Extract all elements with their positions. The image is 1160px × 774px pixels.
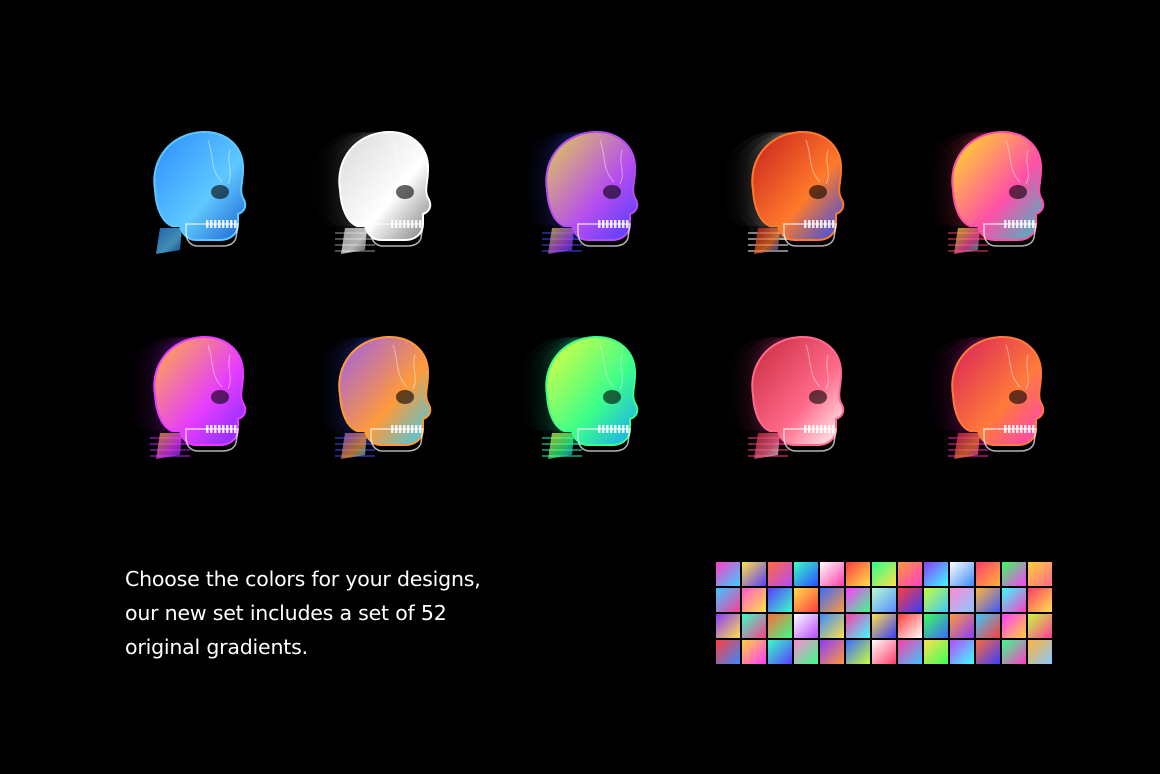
- gradient-swatch: [846, 640, 870, 664]
- gradient-swatch: [716, 562, 740, 586]
- gradient-swatch: [1028, 588, 1052, 612]
- caption-line-2: our new set includes a set of 52: [125, 601, 447, 625]
- skull-image-violet-yellow: [502, 120, 652, 260]
- gradient-swatch: [794, 614, 818, 638]
- gradient-swatch: [846, 614, 870, 638]
- caption-text: Choose the colors for your designs, our …: [125, 562, 565, 664]
- gradient-swatch: [872, 562, 896, 586]
- gradient-swatch: [924, 640, 948, 664]
- gradient-swatch: [898, 640, 922, 664]
- gradient-swatch: [1028, 562, 1052, 586]
- gradient-swatch: [976, 562, 1000, 586]
- gradient-swatch: [742, 562, 766, 586]
- gradient-swatch: [1002, 614, 1026, 638]
- gradient-swatch: [976, 640, 1000, 664]
- skull-image-green-lime: [502, 325, 652, 465]
- gradient-swatch: [976, 588, 1000, 612]
- gradient-swatch: [794, 640, 818, 664]
- gradient-swatch: [820, 588, 844, 612]
- gradient-swatch: [794, 562, 818, 586]
- skull-image-crimson-magenta: [908, 325, 1058, 465]
- skull-image-red-orange: [708, 120, 858, 260]
- gradient-swatch: [872, 640, 896, 664]
- gradient-swatch: [768, 562, 792, 586]
- gradient-swatch: [846, 588, 870, 612]
- skull-image-magenta-orange: [110, 325, 260, 465]
- gradient-swatch: [950, 562, 974, 586]
- gradient-swatch: [820, 640, 844, 664]
- gradient-swatch: [1028, 614, 1052, 638]
- gradient-swatch: [898, 614, 922, 638]
- gradient-swatch: [1002, 562, 1026, 586]
- skull-image-pink-red: [708, 325, 858, 465]
- gradient-swatch: [768, 588, 792, 612]
- gradient-swatch: [742, 588, 766, 612]
- skull-image-yellow-pink: [908, 120, 1058, 260]
- gradient-swatch: [716, 588, 740, 612]
- caption-line-3: original gradients.: [125, 635, 308, 659]
- gradient-swatch: [820, 614, 844, 638]
- gradient-swatch: [716, 640, 740, 664]
- gradient-swatch: [794, 588, 818, 612]
- gradient-swatch: [768, 640, 792, 664]
- gradient-swatch: [898, 562, 922, 586]
- gradient-swatch: [820, 562, 844, 586]
- gradient-swatch: [716, 614, 740, 638]
- gradient-swatch: [768, 614, 792, 638]
- gradient-swatch: [950, 614, 974, 638]
- gradient-swatch: [924, 614, 948, 638]
- gradient-swatch: [1002, 588, 1026, 612]
- gradient-swatch: [950, 640, 974, 664]
- gradient-swatch: [872, 614, 896, 638]
- gradient-swatch: [924, 562, 948, 586]
- skull-gallery: [100, 110, 1060, 460]
- gradient-swatch: [976, 614, 1000, 638]
- skull-image-purple-blue: [295, 325, 445, 465]
- gradient-swatch: [742, 614, 766, 638]
- skull-image-blue-xray: [110, 120, 260, 260]
- gradient-swatch: [872, 588, 896, 612]
- gradient-swatch: [1028, 640, 1052, 664]
- gradient-swatch: [950, 588, 974, 612]
- gradient-swatch: [846, 562, 870, 586]
- caption-line-1: Choose the colors for your designs,: [125, 567, 481, 591]
- skull-image-grayscale: [295, 120, 445, 260]
- gradient-swatch-grid: [716, 562, 1054, 664]
- gradient-swatch: [1002, 640, 1026, 664]
- gradient-swatch: [924, 588, 948, 612]
- gradient-swatch: [898, 588, 922, 612]
- artboard: Choose the colors for your designs, our …: [0, 0, 1160, 774]
- gradient-swatch: [742, 640, 766, 664]
